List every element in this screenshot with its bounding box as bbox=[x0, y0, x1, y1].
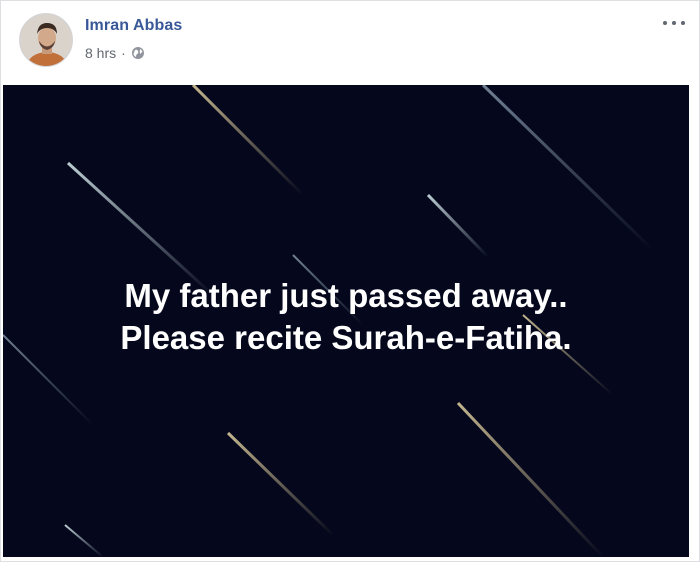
post-header: Imran Abbas 8 hrs · bbox=[1, 1, 700, 85]
caption-line-1: My father just passed away.. bbox=[124, 277, 568, 314]
globe-icon[interactable] bbox=[131, 46, 145, 60]
post-timestamp[interactable]: 8 hrs bbox=[85, 45, 116, 61]
more-horizontal-icon bbox=[663, 21, 667, 25]
meta-separator: · bbox=[121, 45, 126, 61]
author-avatar[interactable] bbox=[19, 13, 73, 67]
facebook-post: Imran Abbas 8 hrs · My father just passe… bbox=[0, 0, 700, 562]
post-caption: My father just passed away.. Please reci… bbox=[3, 275, 689, 359]
more-options-button[interactable] bbox=[661, 15, 687, 31]
author-name-link[interactable]: Imran Abbas bbox=[85, 17, 182, 35]
caption-line-2: Please recite Surah-e-Fatiha. bbox=[120, 319, 572, 356]
post-meta: 8 hrs · bbox=[85, 44, 145, 62]
post-image[interactable]: My father just passed away.. Please reci… bbox=[3, 85, 689, 557]
avatar-image bbox=[20, 14, 72, 66]
